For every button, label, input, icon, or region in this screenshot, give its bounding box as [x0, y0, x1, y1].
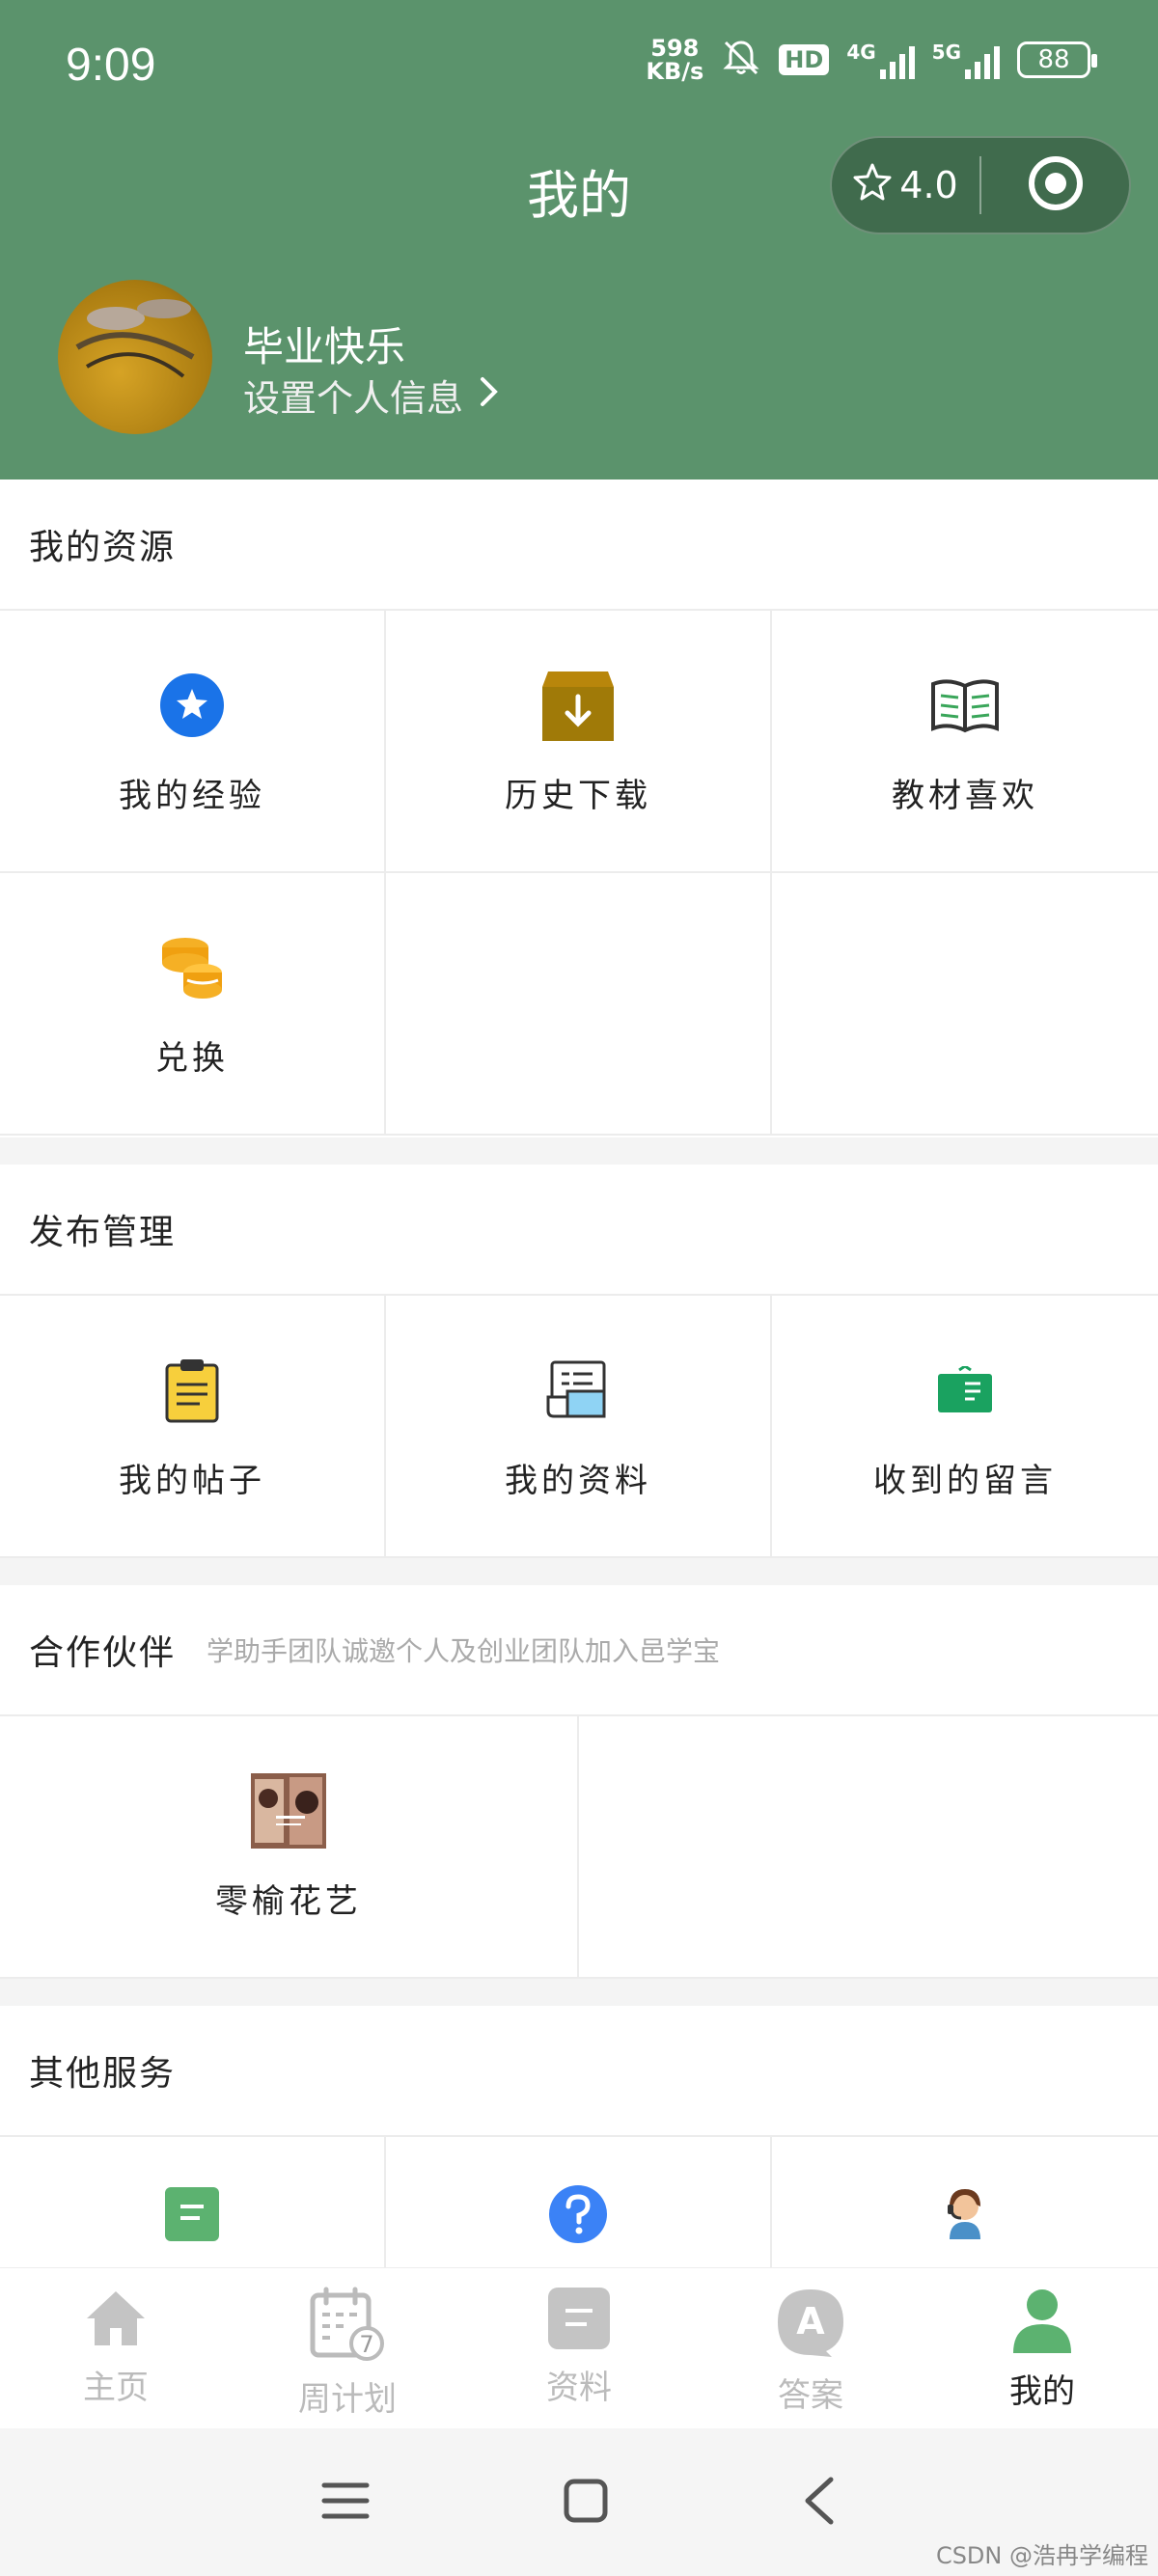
- resources-section: 我的资源 我的经验 历史下载 教材喜欢 兑换: [0, 480, 1158, 1137]
- signal-5g-icon: 5G: [932, 41, 1000, 79]
- status-bar-icons: 598 KB/s HD 4G 5G 88: [646, 35, 1097, 85]
- clipboard-icon: [153, 1352, 231, 1429]
- grid-item-experience[interactable]: 我的经验: [0, 611, 386, 873]
- tab-materials[interactable]: 资料: [463, 2268, 695, 2428]
- file-icon: [546, 2286, 612, 2355]
- tab-mine[interactable]: 我的: [926, 2268, 1158, 2428]
- grid-item-my-materials[interactable]: 我的资料: [386, 1296, 772, 1558]
- signal-4g-icon: 4G: [846, 41, 915, 79]
- grid-item-partner[interactable]: 零榆花艺: [0, 1716, 579, 1979]
- rating-button[interactable]: 4.0: [832, 162, 979, 209]
- grid-empty-cell: [579, 1716, 1158, 1979]
- back-icon[interactable]: [802, 2476, 837, 2530]
- profile-header: 9:09 598 KB/s HD 4G 5G 88 我的 4.0 毕业快乐 设置…: [0, 0, 1158, 480]
- net-speed: 598 KB/s: [646, 35, 704, 85]
- section-subtitle: 学助手团队诚邀个人及创业团队加入邑学宝: [207, 1635, 721, 1667]
- username: 毕业快乐: [243, 323, 406, 370]
- answer-icon: A: [774, 2286, 847, 2363]
- grid-item-favorite-textbooks[interactable]: 教材喜欢: [772, 611, 1158, 873]
- star-badge-icon: [153, 667, 231, 744]
- menu-icon[interactable]: [321, 2480, 370, 2526]
- status-time: 9:09: [66, 40, 156, 91]
- svg-text:A: A: [796, 2300, 825, 2343]
- profile-settings-link[interactable]: 设置个人信息: [243, 369, 500, 422]
- partner-logo-icon: [250, 1772, 327, 1850]
- calendar-icon: 7: [309, 2286, 386, 2367]
- message-board-icon: [926, 1352, 1004, 1429]
- profile-icon: [1009, 2286, 1075, 2359]
- mute-bell-icon: [721, 38, 761, 82]
- grid-item-exchange[interactable]: 兑换: [0, 873, 386, 1136]
- grid-item-received-messages[interactable]: 收到的留言: [772, 1296, 1158, 1558]
- grid-item-history-downloads[interactable]: 历史下载: [386, 611, 772, 873]
- customer-service-icon: [926, 2176, 1004, 2253]
- section-title: 合作伙伴 学助手团队诚邀个人及创业团队加入邑学宝: [0, 1585, 1158, 1716]
- grid-empty-cell: [772, 873, 1158, 1136]
- tab-home[interactable]: 主页: [0, 2268, 232, 2428]
- bottom-tab-bar: 主页 7 周计划 资料 A 答案 我的: [0, 2267, 1158, 2428]
- mini-program-capsule: 4.0: [830, 136, 1131, 234]
- hd-badge: HD: [779, 44, 830, 75]
- watermark: CSDN @浩冉学编程: [935, 2542, 1148, 2569]
- grid-item-feedback[interactable]: [0, 2137, 386, 2267]
- section-title: 发布管理: [0, 1165, 1158, 1296]
- close-capsule-button[interactable]: [981, 154, 1129, 216]
- avatar[interactable]: [58, 280, 212, 434]
- partners-section: 合作伙伴 学助手团队诚邀个人及创业团队加入邑学宝 零榆花艺: [0, 1585, 1158, 1979]
- grid-empty-cell: [386, 873, 772, 1136]
- tab-answers[interactable]: A 答案: [695, 2268, 926, 2428]
- publish-section: 发布管理 我的帖子 我的资料 收到的留言: [0, 1165, 1158, 1558]
- other-services-section: 其他服务: [0, 2006, 1158, 2267]
- download-box-icon: [539, 667, 617, 744]
- grid-item-customer-service[interactable]: [772, 2137, 1158, 2267]
- document-icon: [539, 1352, 617, 1429]
- svg-text:7: 7: [359, 2331, 373, 2358]
- grid-item-my-posts[interactable]: 我的帖子: [0, 1296, 386, 1558]
- note-icon: [153, 2176, 231, 2253]
- home-icon: [83, 2286, 149, 2355]
- section-title: 其他服务: [0, 2006, 1158, 2137]
- battery-icon: 88: [1017, 41, 1097, 78]
- chevron-right-icon: [479, 374, 500, 417]
- grid-item-help[interactable]: [386, 2137, 772, 2267]
- star-outline-icon: [853, 162, 892, 209]
- coins-icon: [153, 929, 231, 1006]
- home-square-icon[interactable]: [563, 2478, 609, 2528]
- target-circle-icon: [1027, 154, 1085, 216]
- question-icon: [539, 2176, 617, 2253]
- tab-weekly-plan[interactable]: 7 周计划: [232, 2268, 463, 2428]
- section-title: 我的资源: [0, 480, 1158, 611]
- open-book-icon: [926, 667, 1004, 744]
